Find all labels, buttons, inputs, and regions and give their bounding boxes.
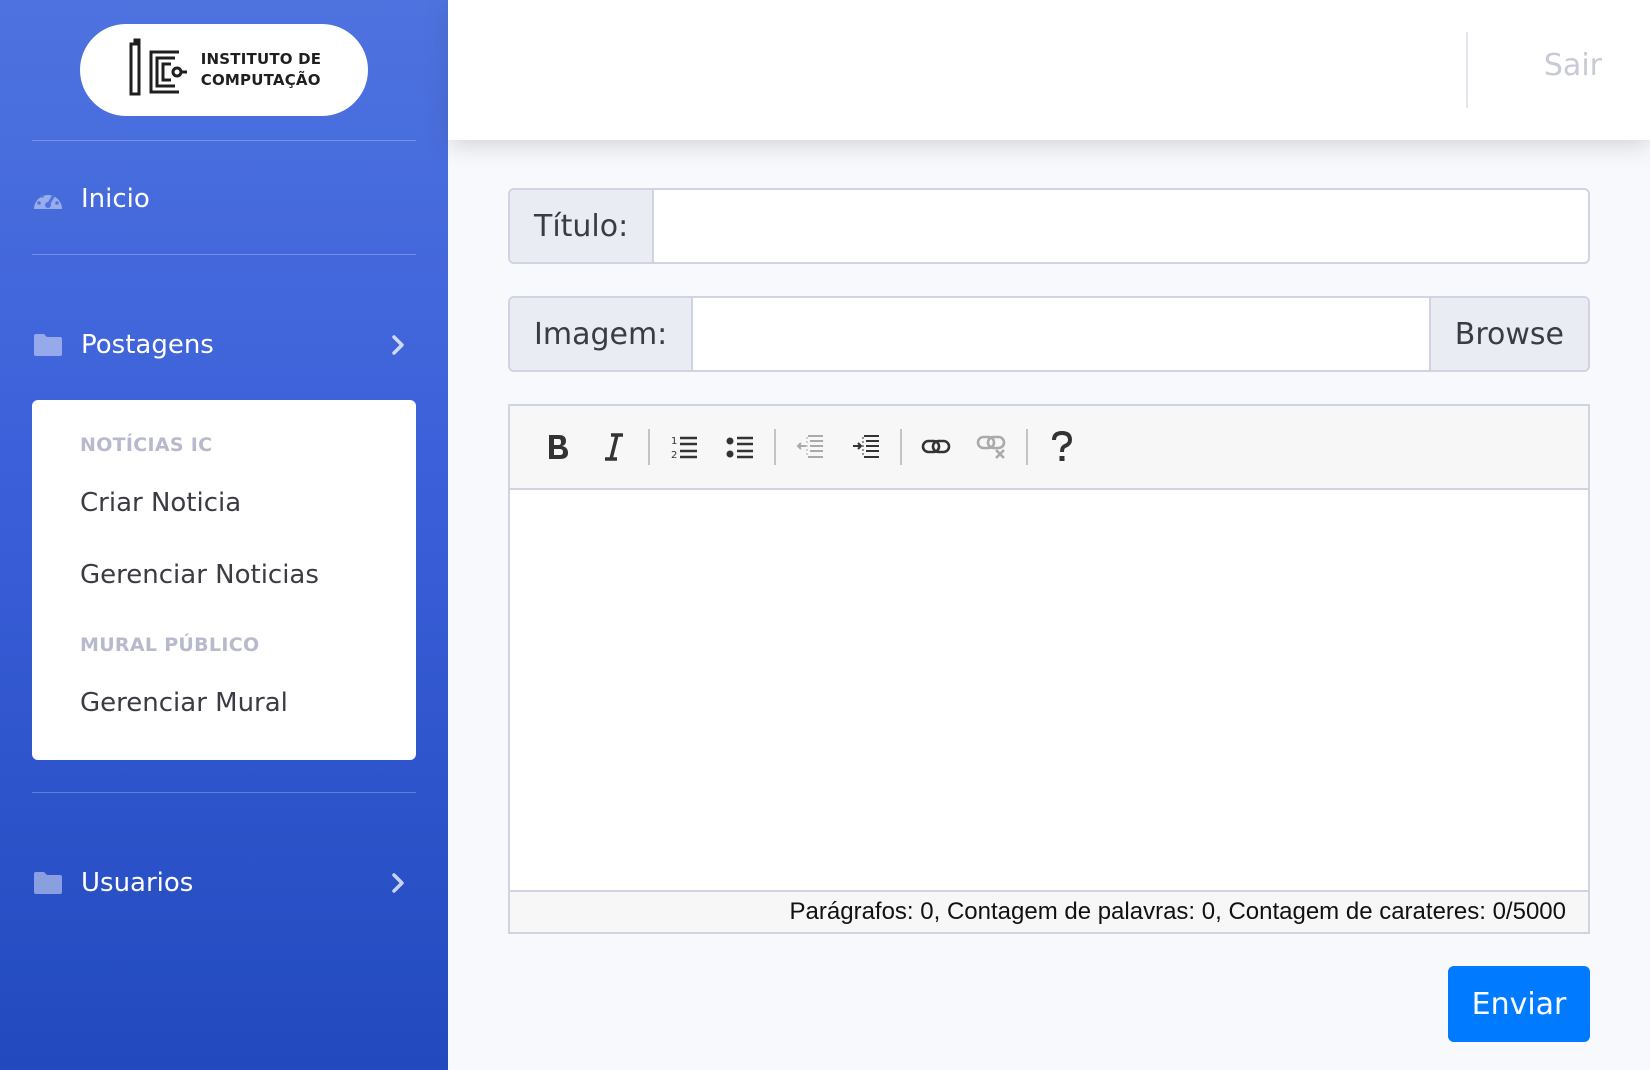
sidebar-divider: [32, 254, 416, 255]
help-icon: [1052, 431, 1073, 461]
svg-text:1: 1: [671, 436, 677, 447]
unlink-button[interactable]: [964, 419, 1020, 475]
submenu-item-create-news[interactable]: Criar Noticia: [80, 488, 241, 518]
toolbar-separator: [1026, 429, 1028, 465]
toolbar-separator: [648, 429, 650, 465]
editor-content-area[interactable]: [510, 490, 1588, 890]
submit-button[interactable]: Enviar: [1448, 966, 1590, 1042]
topbar-divider: [1466, 32, 1468, 108]
link-icon: [921, 439, 951, 454]
svg-text:2: 2: [671, 450, 677, 461]
indent-button[interactable]: [838, 419, 894, 475]
folder-icon: [32, 332, 64, 358]
sidebar-item-usuarios[interactable]: Usuarios: [32, 858, 416, 908]
italic-button[interactable]: [586, 419, 642, 475]
editor-statusbar: Parágrafos: 0, Contagem de palavras: 0, …: [510, 890, 1588, 932]
outdent-icon: [796, 435, 823, 458]
topbar: Sair: [448, 0, 1650, 140]
indent-icon: [853, 435, 879, 458]
image-input-group: Imagem: Browse: [508, 296, 1590, 372]
chevron-right-icon: [388, 332, 408, 358]
outdent-button[interactable]: [782, 419, 838, 475]
unlink-icon: [976, 435, 1006, 459]
title-label: Título:: [510, 190, 655, 262]
italic-icon: [605, 433, 623, 461]
image-file-input[interactable]: [693, 298, 1429, 370]
toolbar-separator: [774, 429, 776, 465]
folder-icon: [32, 870, 64, 896]
submenu-header-news: NOTÍCIAS IC: [80, 434, 213, 456]
postagens-submenu: NOTÍCIAS IC Criar Noticia Gerenciar Noti…: [32, 400, 416, 760]
submenu-item-manage-mural[interactable]: Gerenciar Mural: [80, 688, 288, 718]
submenu-header-mural: MURAL PÚBLICO: [80, 634, 260, 656]
unordered-list-icon: [726, 436, 753, 459]
sidebar: INSTITUTO DE COMPUTAÇÃO Inicio Postagens: [0, 0, 448, 1070]
sidebar-item-label: Postagens: [81, 330, 214, 360]
sidebar-item-label: Inicio: [81, 184, 150, 214]
chevron-right-icon: [388, 870, 408, 896]
link-button[interactable]: [908, 419, 964, 475]
brand-line-2: COMPUTAÇÃO: [200, 71, 321, 89]
sidebar-item-inicio[interactable]: Inicio: [32, 174, 416, 224]
unordered-list-button[interactable]: [712, 419, 768, 475]
brand-line-1: INSTITUTO DE: [200, 50, 322, 68]
title-input[interactable]: [654, 190, 1588, 262]
sidebar-item-label: Usuarios: [81, 868, 194, 898]
toolbar-separator: [900, 429, 902, 465]
ic-logo-icon: [129, 38, 187, 96]
ordered-list-icon: 1 2: [671, 436, 697, 461]
sidebar-item-postagens[interactable]: Postagens: [32, 320, 416, 370]
help-button[interactable]: [1034, 419, 1090, 475]
browse-button[interactable]: Browse: [1428, 298, 1588, 370]
submenu-item-manage-news[interactable]: Gerenciar Noticias: [80, 560, 319, 590]
ordered-list-button[interactable]: 1 2: [656, 419, 712, 475]
dashboard-icon: [32, 186, 64, 212]
bold-icon: [549, 435, 568, 459]
sidebar-divider: [32, 792, 416, 793]
editor-toolbar: 1 2: [510, 406, 1588, 490]
title-input-group: Título:: [508, 188, 1590, 264]
brand-logo[interactable]: INSTITUTO DE COMPUTAÇÃO: [80, 24, 368, 116]
logout-link[interactable]: Sair: [1544, 48, 1602, 83]
rich-text-editor: 1 2 Parágrafos: 0, Contagem de palavras:…: [508, 404, 1590, 934]
bold-button[interactable]: [530, 419, 586, 475]
sidebar-divider: [32, 140, 416, 141]
brand-name: INSTITUTO DE COMPUTAÇÃO: [201, 49, 321, 91]
image-label: Imagem:: [510, 298, 694, 370]
